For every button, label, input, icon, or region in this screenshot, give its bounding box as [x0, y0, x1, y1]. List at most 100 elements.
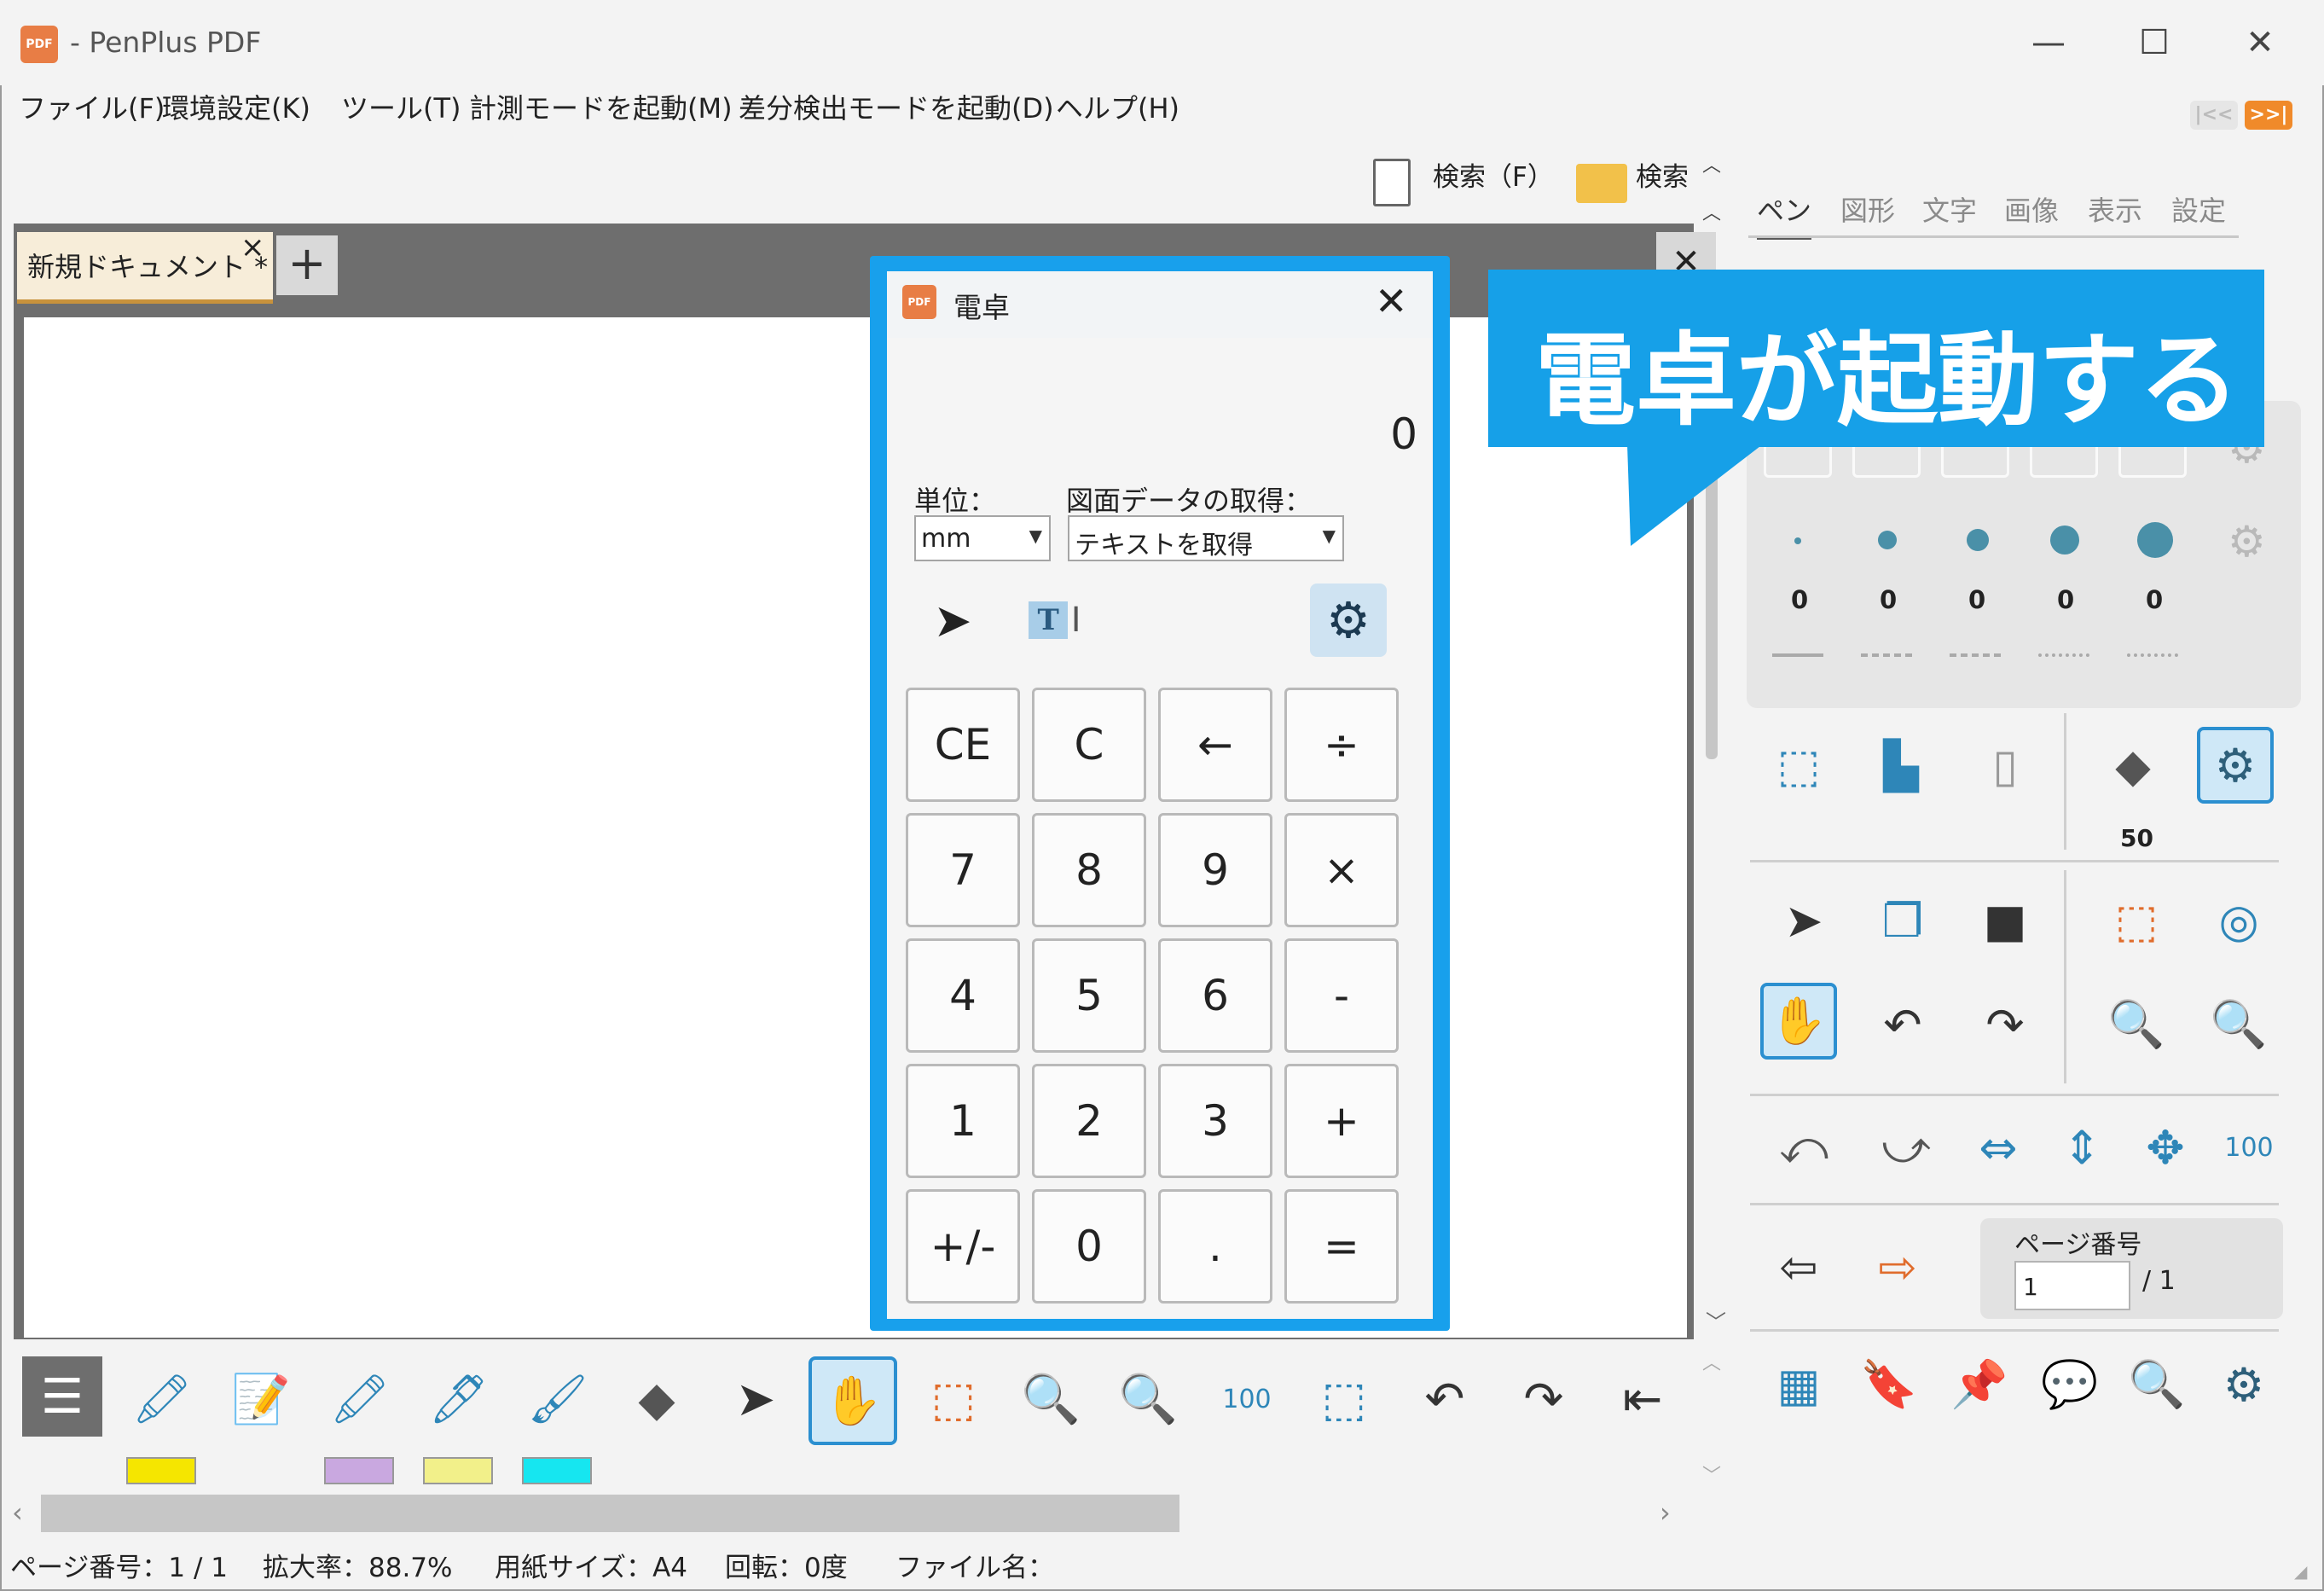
pen-size-dot-2[interactable] [1878, 531, 1897, 549]
pin-icon[interactable]: 📌 [1941, 1346, 2018, 1423]
swatch-yellow[interactable] [126, 1457, 196, 1484]
calc-key-multiply[interactable]: × [1284, 813, 1399, 927]
tab-settings[interactable]: 設定 [2171, 189, 2226, 229]
redo-icon[interactable]: ↷ [1967, 986, 2043, 1063]
data-acquisition-select[interactable]: テキストを取得 ▼ [1068, 515, 1344, 561]
calc-text-tool[interactable]: T I [1017, 584, 1093, 657]
tab-text[interactable]: 文字 [1922, 189, 1977, 229]
swatch-cyan[interactable] [522, 1457, 592, 1484]
swatch-purple[interactable] [324, 1457, 394, 1484]
panel-settings-gear-icon[interactable]: ⚙ [2205, 1346, 2282, 1423]
nav-last-icon[interactable]: >>| [2245, 101, 2292, 130]
area-select-icon[interactable]: ⬚ [2098, 882, 2175, 959]
folder-search-icon[interactable] [1576, 164, 1627, 203]
bookmarks-icon[interactable]: 🔖 [1851, 1346, 1927, 1423]
select-tool-icon[interactable]: ➤ [713, 1356, 798, 1442]
next-page-icon[interactable]: ⇨ [1859, 1228, 1936, 1305]
toolbar-scroll-up-icon[interactable]: ︿ [1702, 1348, 1721, 1375]
toolbar-scroll-down-icon[interactable]: ﹀ [1702, 1460, 1721, 1488]
actual-size-tool-icon[interactable]: 100 [1204, 1356, 1290, 1442]
minimize-button[interactable]: — [2014, 17, 2083, 68]
calc-key-2[interactable]: 2 [1032, 1064, 1146, 1178]
menu-hamburger-icon[interactable]: ☰ [22, 1356, 102, 1437]
highlighter-1-icon[interactable]: 🖍 [119, 1356, 205, 1442]
delete-page-annotations-icon[interactable]: ▙ [1863, 727, 1939, 804]
calc-key-9[interactable]: 9 [1158, 813, 1272, 927]
tab-close-icon[interactable]: × [241, 230, 265, 264]
first-page-tool-icon[interactable]: ⇤ [1600, 1356, 1685, 1442]
pen-size-gear-icon[interactable]: ⚙ [2228, 517, 2266, 566]
delete-all-icon[interactable]: ▯ [1967, 727, 2043, 804]
calc-key-decimal[interactable]: . [1158, 1189, 1272, 1304]
add-tab-button[interactable]: + [276, 235, 338, 295]
undo-icon[interactable]: ↶ [1864, 986, 1941, 1063]
eraser-tool-icon[interactable]: ◆ [614, 1356, 699, 1442]
search-button[interactable]: 検索（F） [1433, 155, 1554, 194]
page-number-input[interactable]: 1 [2014, 1261, 2130, 1310]
rotate-right-icon[interactable]: ⤻ [1868, 1109, 1944, 1186]
menu-tools[interactable]: ツール(T) [341, 87, 461, 126]
scroll-right-icon[interactable]: › [1660, 1496, 1671, 1529]
undo-tool-icon[interactable]: ↶ [1402, 1356, 1487, 1442]
tab-pen[interactable]: ペン [1757, 189, 1812, 240]
calc-key-equals[interactable]: = [1284, 1189, 1399, 1304]
select-arrow-icon[interactable]: ➤ [1765, 882, 1842, 959]
line-style-dashed[interactable] [1861, 653, 1912, 657]
fit-page-icon[interactable]: ✥ [2127, 1109, 2204, 1186]
collapse-up-icon-2[interactable]: ︿ [1702, 198, 1721, 225]
calc-key-plus[interactable]: + [1284, 1064, 1399, 1178]
calc-key-0[interactable]: 0 [1032, 1189, 1146, 1304]
redo-tool-icon[interactable]: ↷ [1501, 1356, 1586, 1442]
line-style-dashdotdot[interactable] [2127, 653, 2178, 657]
fit-height-icon[interactable]: ⇕ [2043, 1109, 2120, 1186]
eraser-settings-gear-icon[interactable]: ⚙ [2197, 727, 2274, 804]
delete-selected-tool-icon[interactable]: ⬚ [1301, 1356, 1387, 1442]
calc-key-sign[interactable]: +/- [906, 1189, 1020, 1304]
eraser-icon[interactable]: ◆ [2095, 727, 2171, 804]
fit-width-icon[interactable]: ⇔ [1960, 1109, 2037, 1186]
delete-selected-icon[interactable]: ⬚ [1760, 727, 1837, 804]
hand-tool-icon[interactable]: ✋ [1760, 983, 1837, 1060]
zoom-out-tool-icon[interactable]: 🔍 [1008, 1356, 1093, 1442]
calc-settings-gear-icon[interactable]: ⚙ [1310, 584, 1387, 657]
menu-diff-mode[interactable]: 差分検出モードを起動(D) [739, 87, 1054, 126]
calc-key-3[interactable]: 3 [1158, 1064, 1272, 1178]
marker-icon[interactable]: 🖊 [416, 1356, 501, 1442]
actual-size-icon[interactable]: 100 [2211, 1109, 2287, 1186]
swatch-light-yellow[interactable] [423, 1457, 493, 1484]
calc-key-6[interactable]: 6 [1158, 938, 1272, 1053]
note-pen-icon[interactable]: 📝 [218, 1356, 304, 1442]
unit-select[interactable]: mm ▼ [914, 515, 1051, 561]
menu-measure-mode[interactable]: 計測モードを起動(M) [469, 87, 733, 126]
bring-forward-icon[interactable]: ❐ [1864, 882, 1941, 959]
calc-key-8[interactable]: 8 [1032, 813, 1146, 927]
comments-icon[interactable]: 💬 [2031, 1346, 2108, 1423]
highlighter-2-icon[interactable]: 🖍 [317, 1356, 403, 1442]
calc-key-4[interactable]: 4 [906, 938, 1020, 1053]
line-style-dashdot[interactable] [2038, 653, 2089, 657]
calc-key-minus[interactable]: - [1284, 938, 1399, 1053]
menu-file[interactable]: ファイル(F) [19, 87, 165, 126]
tab-display[interactable]: 表示 [2088, 189, 2142, 229]
nav-first-icon[interactable]: |<< [2190, 101, 2238, 130]
zoom-out-icon[interactable]: 🔍 [2098, 986, 2175, 1063]
collapse-up-icon[interactable]: ︿ [1702, 150, 1721, 177]
horizontal-scrollbar-thumb[interactable] [41, 1495, 1179, 1532]
search-panel-icon[interactable]: 🔍 [2118, 1346, 2195, 1423]
scroll-left-icon[interactable]: ‹ [12, 1496, 23, 1529]
line-style-solid[interactable] [1772, 653, 1823, 657]
tab-shape[interactable]: 図形 [1840, 189, 1895, 229]
calc-key-7[interactable]: 7 [906, 813, 1020, 927]
scroll-down-icon[interactable]: ﹀ [1706, 1305, 1726, 1335]
previous-page-icon[interactable]: ⇦ [1760, 1228, 1837, 1305]
tab-image[interactable]: 画像 [2004, 189, 2059, 229]
area-select-tool-icon[interactable]: ⬚ [911, 1356, 996, 1442]
calc-key-divide[interactable]: ÷ [1284, 688, 1399, 802]
calc-pointer-icon[interactable]: ➤ [914, 584, 991, 657]
pen-size-dot-5[interactable] [2137, 522, 2173, 558]
folder-search-button[interactable]: 検索 [1636, 155, 1689, 194]
hand-pan-tool-icon[interactable]: ✋ [808, 1356, 897, 1445]
pen-size-dot-4[interactable] [2050, 525, 2079, 555]
pen-size-dot-1[interactable] [1794, 537, 1801, 544]
text-highlight-icon[interactable]: 🖌 [515, 1356, 600, 1442]
